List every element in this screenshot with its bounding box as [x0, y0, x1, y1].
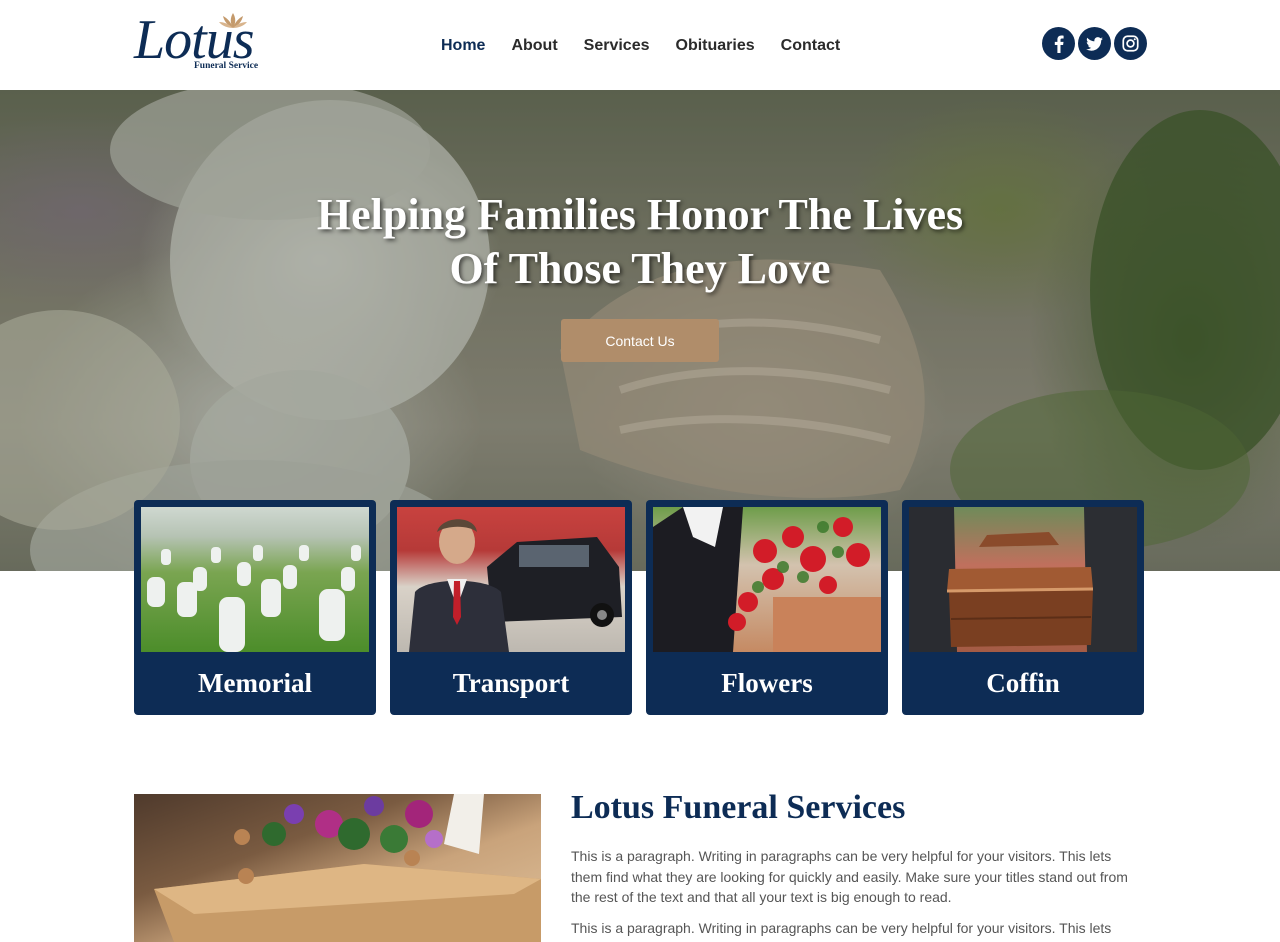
service-card-label: Coffin — [986, 668, 1060, 698]
site-header: Lotus Funeral Service Home About Service… — [0, 0, 1280, 90]
hero-banner: Helping Families Honor The Lives Of Thos… — [0, 90, 1280, 571]
memorial-image — [141, 507, 369, 652]
social-links — [1042, 27, 1147, 60]
service-card-label: Flowers — [721, 668, 813, 698]
logo[interactable]: Lotus Funeral Service — [134, 10, 269, 80]
coffin-image — [909, 507, 1137, 652]
service-card-coffin[interactable]: Coffin — [902, 500, 1144, 715]
transport-image — [397, 507, 625, 652]
about-paragraph-1: This is a paragraph. Writing in paragrap… — [571, 848, 1128, 905]
service-card-memorial[interactable]: Memorial — [134, 500, 376, 715]
hero-title-line1: Helping Families Honor The Lives — [316, 190, 964, 239]
hero-title: Helping Families Honor The Lives Of Thos… — [240, 188, 1040, 296]
nav-about[interactable]: About — [498, 36, 570, 56]
instagram-icon[interactable] — [1114, 27, 1147, 60]
nav-contact[interactable]: Contact — [768, 36, 854, 56]
flowers-image — [653, 507, 881, 652]
nav-home[interactable]: Home — [428, 36, 498, 56]
about-title: Lotus Funeral Services — [571, 789, 906, 826]
service-card-transport[interactable]: Transport — [390, 500, 632, 715]
service-card-flowers[interactable]: Flowers — [646, 500, 888, 715]
nav-services[interactable]: Services — [571, 36, 663, 56]
service-cards: Memorial Transport Flowers Coffin — [134, 500, 1144, 715]
service-card-label: Memorial — [198, 668, 312, 698]
logo-subtitle: Funeral Service — [194, 61, 259, 71]
main-nav: Home About Services Obituaries Contact — [428, 36, 853, 56]
casket-flowers-image — [134, 794, 541, 942]
service-card-label: Transport — [452, 668, 570, 698]
contact-us-button[interactable]: Contact Us — [561, 319, 719, 362]
hero-title-line2: Of Those They Love — [449, 244, 831, 293]
facebook-icon[interactable] — [1042, 27, 1075, 60]
about-paragraph-2: This is a paragraph. Writing in paragrap… — [571, 920, 1112, 942]
twitter-icon[interactable] — [1078, 27, 1111, 60]
nav-obituaries[interactable]: Obituaries — [663, 36, 768, 56]
